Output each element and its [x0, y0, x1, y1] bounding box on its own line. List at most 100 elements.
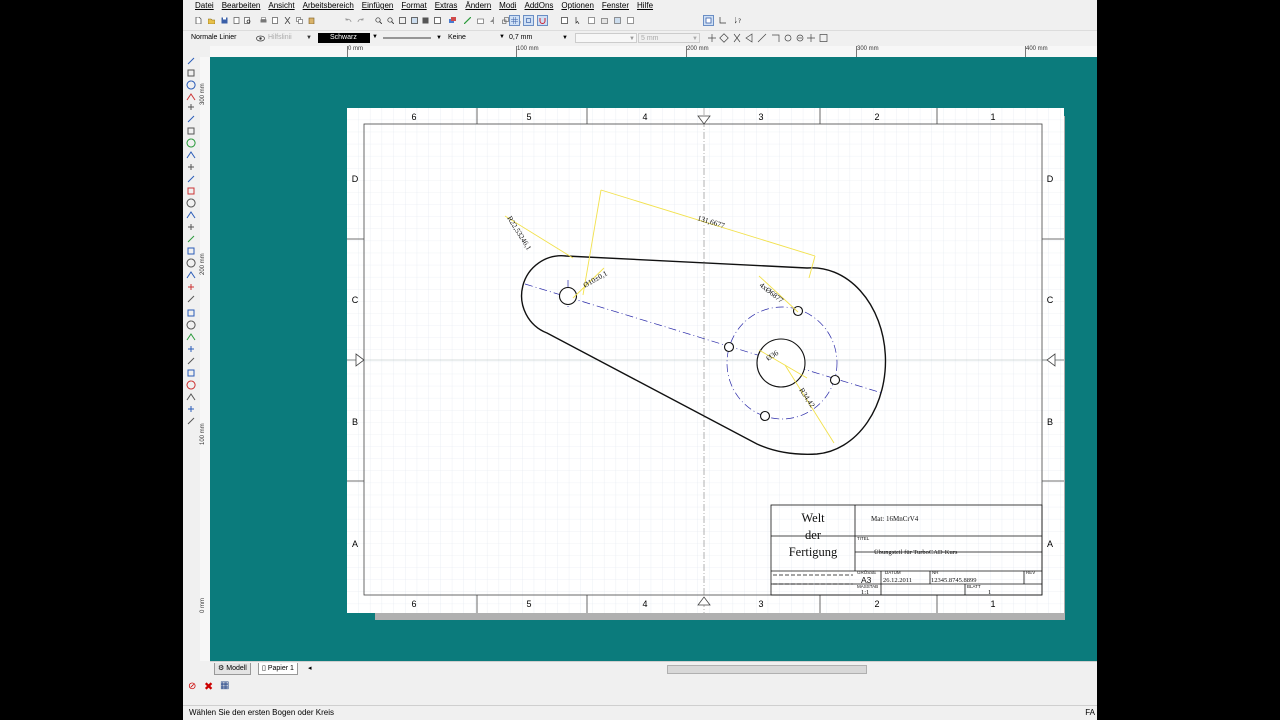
menu-hilfe[interactable]: Hilfe [633, 0, 657, 12]
line-tool-button[interactable] [186, 80, 196, 90]
polyline-tool-button[interactable] [186, 92, 196, 102]
explode-button[interactable] [599, 15, 610, 26]
circle-tool-button[interactable] [186, 114, 196, 124]
block-tool-button[interactable] [186, 380, 196, 390]
move-button[interactable] [462, 15, 473, 26]
chevron-down-icon[interactable]: ▼ [372, 34, 378, 40]
layer-tool-button[interactable] [186, 332, 196, 342]
offset-tool-button[interactable] [186, 222, 196, 232]
insert-tool-button[interactable] [186, 198, 196, 208]
menu-addons[interactable]: AddOns [521, 0, 558, 12]
print-button[interactable] [258, 15, 269, 26]
curve-tool-button[interactable] [186, 138, 196, 148]
eraser-tool-button[interactable] [186, 416, 196, 426]
redo-button[interactable] [355, 15, 366, 26]
chamfer-tool-button[interactable] [186, 270, 196, 280]
snap-tool-button[interactable] [186, 344, 196, 354]
dimension-tool-button[interactable] [186, 186, 196, 196]
arc-tool-button[interactable] [186, 126, 196, 136]
hole-pattern[interactable] [759, 410, 771, 422]
menu-arbeitsbereich[interactable]: Arbeitsbereich [299, 0, 358, 12]
cancel-tool-icon[interactable]: ⊘ [188, 681, 196, 692]
rectangle-tool-button[interactable] [186, 102, 196, 112]
font-select[interactable]: ▼ [575, 33, 637, 43]
zoom-in-button[interactable] [373, 15, 384, 26]
extend-tool-button[interactable] [186, 234, 196, 244]
drawing-aid-button[interactable] [717, 15, 728, 26]
snap-magnet-button[interactable] [537, 15, 548, 26]
tab-papier-1[interactable]: ▯ Papier 1 [258, 663, 298, 675]
snap-vertex-button[interactable] [523, 15, 534, 26]
zoom-out-button[interactable] [385, 15, 396, 26]
menu-modi[interactable]: Modi [495, 0, 520, 12]
properties-button[interactable] [559, 15, 570, 26]
help-cursor-button[interactable]: ? [733, 15, 744, 26]
print-preview-button[interactable] [270, 15, 281, 26]
menu-fenster[interactable]: Fenster [598, 0, 633, 12]
undo-button[interactable] [343, 15, 354, 26]
tab-modell[interactable]: ⚙ Modell [214, 663, 251, 675]
line-pattern-select[interactable]: ▼ [381, 33, 443, 43]
menu-bearbeiten[interactable]: Bearbeiten [218, 0, 265, 12]
mirror-button[interactable] [488, 15, 499, 26]
line-style-select[interactable]: Normale Linier [191, 33, 253, 43]
text-size-select[interactable]: 5 mm ▼ [638, 33, 700, 43]
calendar-icon[interactable]: ▦ [220, 680, 229, 691]
line-width-select[interactable]: 0,7 mm ▼ [509, 33, 569, 43]
zoom-all-button[interactable] [409, 15, 420, 26]
layer-button[interactable] [447, 15, 458, 26]
hole-pattern[interactable] [792, 305, 804, 317]
eye-icon[interactable] [256, 35, 265, 42]
redraw-button[interactable] [432, 15, 443, 26]
fillet-tool-button[interactable] [186, 258, 196, 268]
tab-scroll-left-icon[interactable]: ◂ [308, 664, 312, 672]
info-tool-button[interactable] [186, 368, 196, 378]
helper-line-select[interactable]: Hilfslinii ▼ [268, 33, 313, 43]
hatch-tool-button[interactable] [186, 162, 196, 172]
cut-button[interactable] [282, 15, 293, 26]
new-file-button[interactable] [193, 15, 204, 26]
color-select[interactable]: Schwarz [318, 33, 370, 43]
menu-format[interactable]: Format [397, 0, 430, 12]
preview-button[interactable] [242, 15, 253, 26]
menu-optionen[interactable]: Optionen [557, 0, 597, 12]
chevron-down-icon[interactable]: ▼ [499, 34, 505, 40]
snap-mode-toolbar[interactable] [708, 33, 908, 43]
menu-extras[interactable]: Extras [431, 0, 462, 12]
measure-tool-button[interactable] [186, 356, 196, 366]
group-tool-button[interactable] [186, 320, 196, 330]
menu-einfuegen[interactable]: Einfügen [358, 0, 398, 12]
render-tool-button[interactable] [186, 404, 196, 414]
snap-grid-button[interactable] [509, 15, 520, 26]
trim-tool-button[interactable] [186, 246, 196, 256]
menu-aendern[interactable]: Ändern [461, 0, 495, 12]
join-tool-button[interactable] [186, 282, 196, 292]
open-file-button[interactable] [206, 15, 217, 26]
explode-tool-button[interactable] [186, 308, 196, 318]
point-tool-button[interactable] [186, 68, 196, 78]
close-icon[interactable]: ✖ [204, 680, 213, 693]
menu-ansicht[interactable]: Ansicht [264, 0, 298, 12]
paste-button[interactable] [306, 15, 317, 26]
hole-small[interactable] [558, 286, 578, 306]
copy-format-button[interactable] [586, 15, 597, 26]
hole-pattern[interactable] [829, 374, 841, 386]
drawing-canvas[interactable]: 6 5 4 3 2 1 6 5 4 3 2 1 D C B A D C B A … [210, 57, 1097, 661]
mirror-tool-button[interactable] [186, 210, 196, 220]
horizontal-scrollbar[interactable] [667, 665, 867, 674]
technical-drawing[interactable]: 6 5 4 3 2 1 6 5 4 3 2 1 D C B A D C B A … [347, 108, 1064, 613]
erase-tool-button[interactable] [186, 392, 196, 402]
hole-pattern[interactable] [723, 341, 735, 353]
zoom-window-button[interactable] [397, 15, 408, 26]
save-button[interactable] [219, 15, 230, 26]
break-tool-button[interactable] [186, 294, 196, 304]
pointer-mode-button[interactable] [573, 15, 584, 26]
polygon-tool-button[interactable] [186, 150, 196, 160]
copy-button[interactable] [294, 15, 305, 26]
ortho-button[interactable] [703, 15, 714, 26]
block-button[interactable] [625, 15, 636, 26]
text-tool-button[interactable] [186, 174, 196, 184]
paper-sheet[interactable]: 6 5 4 3 2 1 6 5 4 3 2 1 D C B A D C B A … [347, 108, 1064, 613]
select-tool-button[interactable] [186, 56, 196, 66]
group-button[interactable] [612, 15, 623, 26]
